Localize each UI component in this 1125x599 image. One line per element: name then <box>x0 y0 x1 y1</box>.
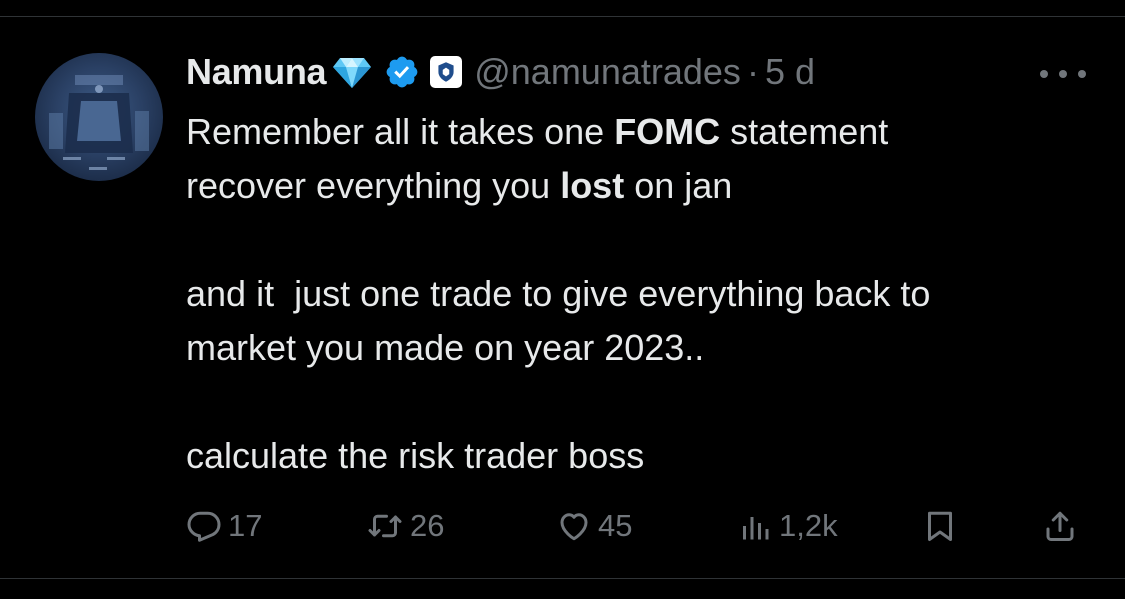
reply-icon <box>187 511 221 542</box>
tweet-text-line-4: market you made on year 2023.. <box>186 327 705 368</box>
reply-count: 17 <box>228 508 263 543</box>
views-button[interactable]: 1,2k <box>737 503 838 549</box>
like-button[interactable]: 45 <box>556 503 632 549</box>
gem-stone-icon <box>332 54 372 90</box>
tweet-text-line-3: and it just one trade to give everything… <box>186 273 931 314</box>
display-name[interactable]: Namuna <box>186 51 327 93</box>
tweet-text-line-5: calculate the risk trader boss <box>186 435 645 476</box>
more-dot-icon <box>1059 70 1067 78</box>
tweet-header: Namuna @namunatrades · 5 d <box>186 48 815 96</box>
bold-text: lost <box>560 165 625 206</box>
tweet-text-line-1: Remember all it takes one FOMC statement <box>186 111 889 152</box>
separator-dot: · <box>746 51 759 92</box>
tweet-text-line-2: recover everything you lost on jan <box>186 165 733 206</box>
repost-icon <box>368 514 402 538</box>
verified-badge-icon[interactable] <box>384 54 420 90</box>
timestamp[interactable]: 5 d <box>765 51 815 93</box>
more-dot-icon <box>1040 70 1048 78</box>
bookmark-icon <box>928 511 952 541</box>
bookmark-button[interactable] <box>922 503 958 549</box>
affiliate-badge-icon[interactable] <box>430 56 463 88</box>
action-bar: 17 26 45 1,2k <box>0 503 1125 549</box>
repost-count: 26 <box>410 508 445 543</box>
views-count: 1,2k <box>779 508 838 543</box>
user-handle[interactable]: @namunatrades <box>474 51 741 93</box>
heart-icon <box>560 513 588 541</box>
like-count: 45 <box>598 508 633 543</box>
more-dot-icon <box>1078 70 1086 78</box>
avatar-image <box>49 75 149 170</box>
repost-button[interactable]: 26 <box>366 503 444 549</box>
share-icon <box>1046 511 1074 541</box>
top-divider <box>0 16 1125 17</box>
more-options-icon[interactable] <box>1040 62 1086 86</box>
avatar[interactable] <box>35 53 163 181</box>
tweet-text: Remember all it takes one FOMC statement… <box>186 105 1096 483</box>
bold-text: FOMC <box>614 111 721 152</box>
bottom-divider <box>0 578 1125 579</box>
share-button[interactable] <box>1042 503 1078 549</box>
reply-button[interactable]: 17 <box>186 503 262 549</box>
views-chart-icon <box>743 517 769 540</box>
